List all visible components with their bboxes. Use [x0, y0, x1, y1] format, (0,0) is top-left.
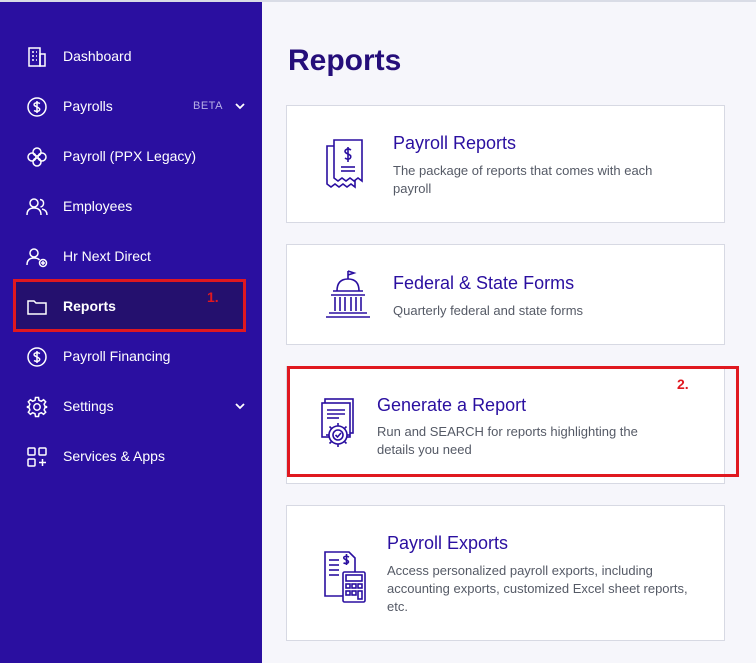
card-title: Federal & State Forms: [393, 273, 575, 293]
sidebar-item-payroll-ppx-legacy[interactable]: Payroll (PPX Legacy): [14, 132, 246, 182]
clover-icon: [27, 147, 47, 167]
card-description: Run and SEARCH for reports highlighting …: [377, 424, 638, 457]
card-title: Generate a Report: [377, 395, 527, 415]
government-building-icon: [326, 270, 370, 318]
document-calculator-icon: [324, 551, 366, 603]
card-description: Quarterly federal and state forms: [393, 303, 584, 318]
sidebar-item-payroll-financing[interactable]: Payroll Financing: [14, 332, 246, 382]
sidebar-item-hr-next-direct[interactable]: Hr Next Direct: [14, 232, 246, 282]
dollar-circle-icon: [27, 347, 47, 367]
gear-icon: [26, 396, 48, 418]
page-title: Reports: [288, 44, 402, 77]
sidebar-item-services-apps[interactable]: Services & Apps: [14, 432, 246, 482]
document-gear-icon: [321, 398, 354, 447]
sidebar-item-label: Dashboard: [63, 48, 132, 64]
card-payroll-exports[interactable]: Payroll Exports Access personalized payr…: [286, 505, 725, 641]
annotation-number-2: 2.: [677, 376, 689, 392]
sidebar-item-label: Payroll Financing: [63, 348, 171, 364]
sidebar-item-label: Reports: [63, 298, 116, 314]
apps-grid-icon: [27, 447, 47, 467]
sidebar-item-label: Payrolls: [63, 98, 113, 114]
sidebar-item-employees[interactable]: Employees: [14, 182, 246, 232]
card-generate-report[interactable]: Generate a Report Run and SEARCH for rep…: [286, 366, 725, 484]
sidebar-item-label: Employees: [63, 198, 133, 214]
users-icon: [26, 198, 48, 216]
receipts-icon: [326, 139, 363, 189]
card-description: Access personalized payroll exports, inc…: [387, 563, 688, 614]
sidebar-item-label: Hr Next Direct: [63, 248, 151, 264]
card-description: The package of reports that comes with e…: [393, 163, 653, 196]
card-title: Payroll Reports: [393, 133, 517, 153]
sidebar-item-settings[interactable]: Settings: [14, 382, 246, 432]
sidebar-item-label: Payroll (PPX Legacy): [63, 148, 197, 164]
sidebar-item-payrolls[interactable]: Payrolls BETA: [14, 82, 246, 132]
annotation-number-1: 1.: [207, 289, 219, 305]
dollar-circle-icon: [27, 97, 47, 117]
folder-icon: [27, 300, 47, 315]
card-federal-state-forms[interactable]: Federal & State Forms Quarterly federal …: [286, 244, 725, 345]
beta-badge: BETA: [193, 100, 223, 112]
user-plus-icon: [26, 248, 48, 268]
sidebar-item-label: Services & Apps: [63, 448, 165, 464]
chevron-down-icon[interactable]: [234, 400, 246, 412]
card-title: Payroll Exports: [387, 533, 509, 553]
sidebar-item-label: Settings: [63, 398, 114, 414]
sidebar-item-dashboard[interactable]: Dashboard: [14, 32, 246, 82]
sidebar: Dashboard Payrolls BETA Payroll (PPX Leg…: [0, 2, 262, 663]
card-payroll-reports[interactable]: Payroll Reports The package of reports t…: [286, 105, 725, 223]
building-icon: [28, 47, 46, 67]
chevron-down-icon[interactable]: [234, 100, 246, 112]
